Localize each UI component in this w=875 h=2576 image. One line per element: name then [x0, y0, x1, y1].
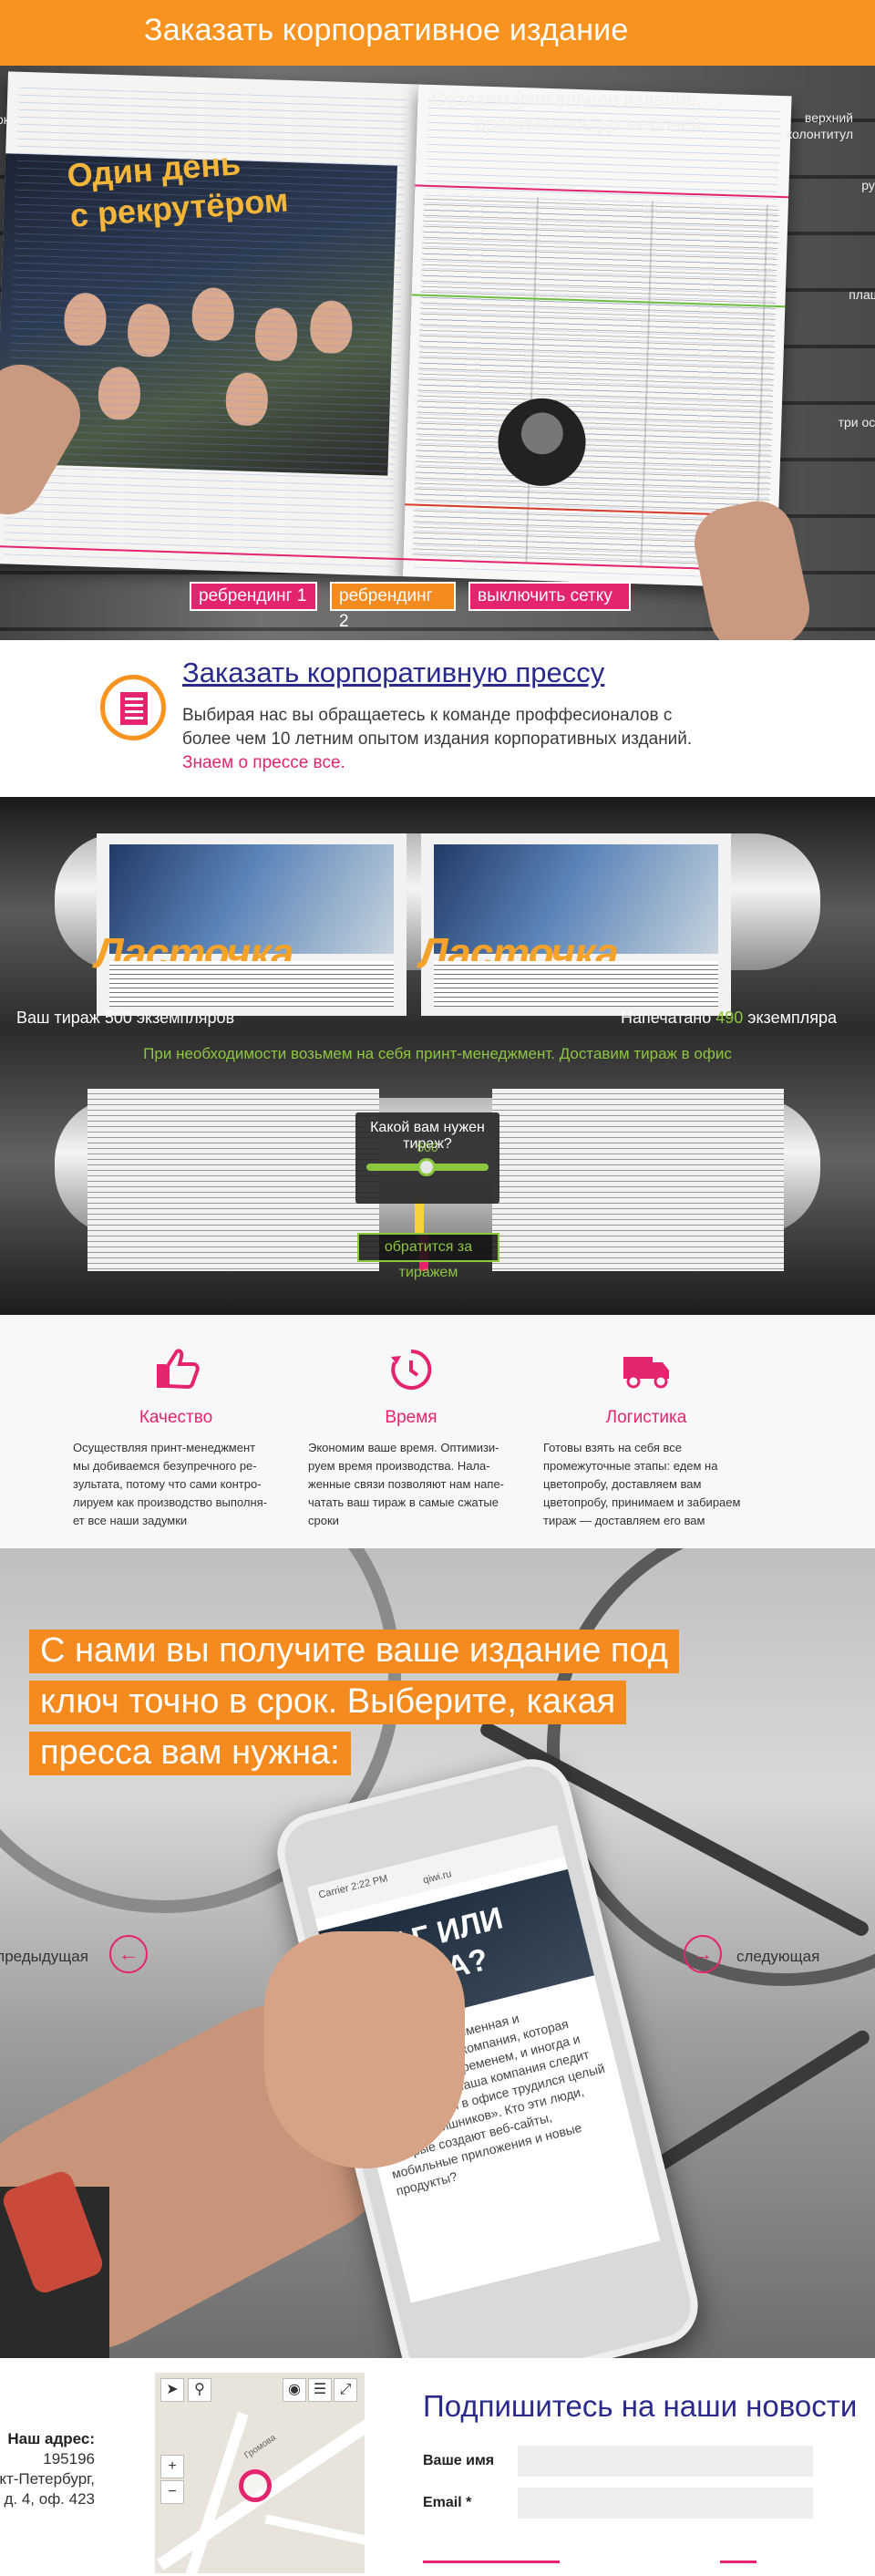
printed-sheet-4: [492, 1089, 784, 1271]
truck-icon: [620, 1346, 673, 1391]
hero-caption: Создаем уникальное издание, продуманное …: [431, 89, 702, 135]
magazine-headline: Один день с рекрутёром: [66, 144, 290, 234]
slider-headline: С нами вы получите ваше издание под ключ…: [29, 1625, 679, 1778]
annotation-left: ок: [0, 112, 9, 127]
print-run-section: Ласточка Ласточка Ваш тираж 500 экземпля…: [0, 797, 875, 1315]
printed-counter: Напечатано 490 экземпляра: [621, 1009, 837, 1027]
printed-sheet-3: [88, 1089, 379, 1271]
toggle-grid-button[interactable]: выключить сетку: [468, 582, 631, 611]
map-street-label: Громова: [242, 2432, 278, 2462]
thumbs-up-icon: [149, 1346, 202, 1391]
timer-icon: [385, 1346, 438, 1391]
address-block: Наш адрес: 195196 кт-Петербург, , д. 4, …: [0, 2430, 95, 2508]
magazine-left-page: Один день с рекрутёром: [0, 71, 418, 577]
subscribe-title: Подпишитесь на наши новости: [423, 2389, 858, 2423]
map-zoom-out-button[interactable]: −: [160, 2480, 184, 2504]
email-label: Email *: [423, 2495, 472, 2510]
request-print-run-button[interactable]: обратится за тиражем: [357, 1233, 499, 1280]
rebranding-2-button[interactable]: ребрендинг 2: [330, 582, 456, 631]
feature-logistics: Логистика Готовы взять на себя все проме…: [532, 1346, 760, 1530]
map-layers-icon[interactable]: ☰: [308, 2378, 332, 2402]
feature-quality: Качество Осуществляя принт-менеджмент мы…: [62, 1346, 290, 1530]
rebranding-1-button[interactable]: ребрендинг 1: [190, 582, 317, 611]
order-press-link[interactable]: Заказать корпоративную прессу: [182, 657, 604, 689]
hero-section: Один день с рекрутёром Создаем уникально…: [0, 66, 875, 640]
print-run-value: 500: [417, 1140, 438, 1154]
footer: Наш адрес: 195196 кт-Петербург, , д. 4, …: [0, 2358, 875, 2576]
newspaper-icon: [100, 675, 166, 740]
print-management-note: При необходимости возьмем на себя принт-…: [143, 1045, 732, 1062]
next-slide-link[interactable]: следующая: [736, 1948, 819, 1966]
features-section: Качество Осуществляя принт-менеджмент мы…: [0, 1315, 875, 1548]
order-section: Заказать корпоративную прессу Выбирая на…: [0, 640, 875, 797]
page-title: Заказать корпоративное издание: [144, 13, 629, 47]
printed-sheet-2: Ласточка: [419, 833, 731, 1016]
name-label: Ваше имя: [423, 2453, 495, 2468]
name-field[interactable]: [518, 2446, 813, 2477]
annotation-plate: плаш: [849, 287, 875, 302]
printed-sheet-1: Ласточка: [95, 833, 407, 1016]
office-map[interactable]: Громова ➤ ⚲ ◉ ☰ ⤢ + −: [155, 2373, 365, 2573]
email-field[interactable]: [518, 2488, 813, 2519]
press-type-slider: Carrier 2:22 PM qiwi.ru БАГ ИЛИ ФИЧА? QI…: [0, 1548, 875, 2358]
map-search-icon[interactable]: ⚲: [188, 2378, 211, 2402]
arrow-left-icon[interactable]: ←: [109, 1935, 148, 1973]
header-bar: Заказать корпоративное издание: [0, 0, 875, 66]
ink-strip-yellow: [415, 1198, 424, 1235]
press-info-link[interactable]: Знаем о прессе все.: [182, 753, 345, 772]
hand-holding-phone: [264, 1931, 465, 2168]
print-run-selector: Какой вам нужен тираж? 500: [355, 1112, 499, 1204]
annotation-rubric: руб: [861, 178, 875, 192]
order-description: Выбирая нас вы обращаетесь к команде про…: [182, 706, 693, 772]
previous-slide-link[interactable]: предыдущая: [0, 1948, 88, 1966]
feature-time: Время Экономим ваше время. Оптимизи- руе…: [297, 1346, 525, 1530]
annotation-columns: три осн к: [838, 415, 875, 429]
map-locate-icon[interactable]: ➤: [160, 2378, 184, 2402]
print-run-label: Ваш тираж 500 экземпляров: [16, 1009, 235, 1027]
print-run-slider-handle[interactable]: [417, 1158, 436, 1176]
map-zoom-in-button[interactable]: +: [160, 2455, 184, 2478]
map-pin-icon: [239, 2469, 272, 2502]
annotation-header: верхний колонтитул: [786, 110, 853, 141]
arrow-right-icon[interactable]: →: [684, 1935, 722, 1973]
map-traffic-icon[interactable]: ◉: [283, 2378, 306, 2402]
map-fullscreen-icon[interactable]: ⤢: [334, 2378, 357, 2402]
